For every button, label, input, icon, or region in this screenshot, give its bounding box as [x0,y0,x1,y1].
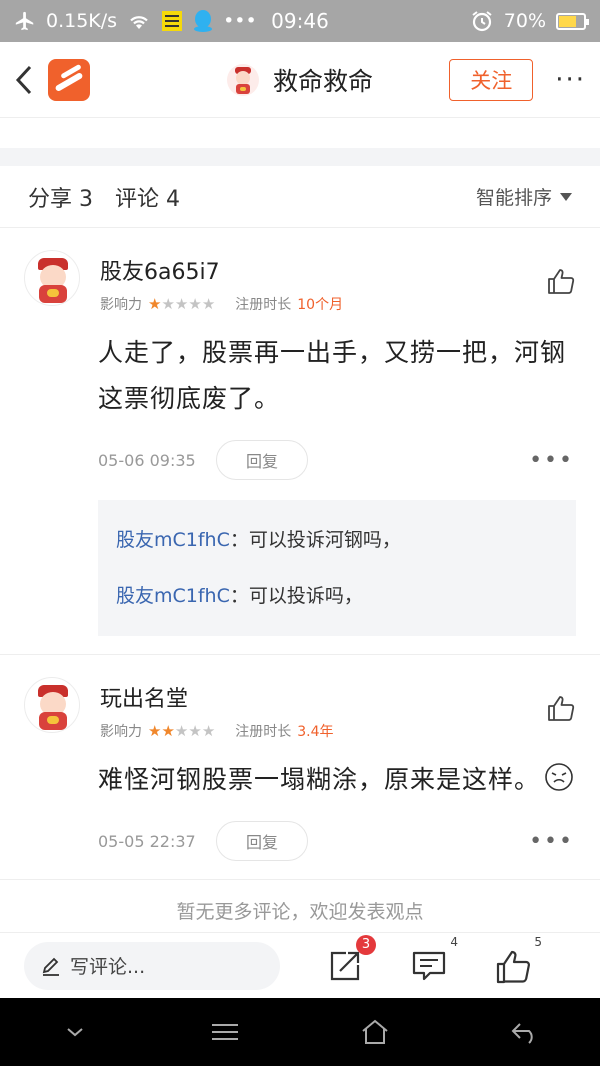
network-speed: 0.15K/s [46,10,118,32]
star-empty-icon: ★ [188,722,202,740]
back-button[interactable] [14,60,42,100]
register-duration-value: 10个月 [297,297,344,313]
battery-charging-icon [556,12,589,30]
write-comment-input[interactable]: 写评论... [24,941,280,990]
top-nav: 救命救命 关注 ··· [0,42,600,118]
speechless-emoji-icon [545,763,573,791]
tab-comments[interactable]: 评论 4 [115,181,180,213]
star-empty-icon: ★ [201,722,216,740]
comment-username[interactable]: 玩出名堂 [100,681,546,713]
more-options-icon[interactable]: ••• [529,829,574,854]
comment-tabs: 分享 3 评论 4 智能排序 [0,166,600,228]
alarm-icon [470,9,494,33]
like-count: 5 [534,934,542,949]
comment-text: 难怪河钢股票一塌糊涂，原来是这样。 [98,757,576,803]
register-duration-value: 3.4年 [297,724,334,740]
reply-item[interactable]: 股友mC1fhC：可以投诉吗， [116,568,558,624]
reply-list: 股友mC1fhC：可以投诉河钢吗， 股友mC1fhC：可以投诉吗， [98,500,576,636]
comment-time: 05-06 09:35 [98,450,196,470]
caret-down-icon [560,192,572,201]
comment-text-content: 难怪河钢股票一塌糊涂，原来是这样。 [98,765,541,794]
star-empty-icon: ★ [188,295,202,313]
star-empty-icon: ★ [161,295,175,313]
menu-icon [212,1024,238,1040]
comment-count: 4 [450,934,458,949]
system-nav-bar [0,998,600,1066]
spacer [0,118,600,148]
page-title: 救命救命 [272,66,373,96]
star-filled-icon: ★ [148,295,162,313]
influence-stars: ★★★★★ [148,722,215,740]
section-divider [0,148,600,166]
nav-back-button[interactable] [495,1002,555,1062]
app-logo-icon[interactable] [48,58,90,101]
influence-label: 影响力 [100,724,142,740]
share-button[interactable]: 3 [326,934,376,985]
star-filled-icon: ★ [161,722,175,740]
reply-username[interactable]: 股友mC1fhC [116,585,230,607]
star-empty-icon: ★ [174,295,189,313]
more-menu-icon[interactable]: ··· [555,65,586,95]
bottom-action-bar: 写评论... 3 4 5 [0,932,600,998]
reply-username[interactable]: 股友mC1fhC [116,529,230,551]
comment-item: 玩出名堂 影响力 ★★★★★ 注册时长 3.4年 难怪河钢股票一塌糊涂，原来是这… [0,655,600,880]
tab-share[interactable]: 分享 3 [28,181,93,213]
thumbs-up-icon[interactable] [546,266,576,296]
reply-item[interactable]: 股友mC1fhC：可以投诉河钢吗， [116,512,558,568]
comment-time: 05-05 22:37 [98,831,196,851]
register-duration-label: 注册时长 [235,297,292,313]
pencil-icon [42,957,59,976]
more-options-icon[interactable]: ••• [529,448,574,473]
nav-collapse-button[interactable] [45,1002,105,1062]
sort-dropdown[interactable]: 智能排序 [476,183,572,210]
notes-icon [161,10,183,32]
more-icon: ••• [223,10,257,32]
airplane-icon [14,10,36,32]
share-count-badge: 3 [356,934,376,955]
back-arrow-icon [511,1023,533,1044]
chevron-left-icon [15,65,32,94]
star-empty-icon: ★ [174,722,189,740]
author-avatar [226,63,259,96]
qq-icon [193,9,213,33]
comments-button[interactable]: 4 [410,935,458,985]
like-button[interactable]: 5 [494,935,542,985]
battery-percent: 70% [503,10,546,32]
comment-text: 人走了，股票再一出手，又捞一把，河钢这票彻底废了。 [98,338,567,413]
avatar[interactable] [24,250,80,306]
status-bar: 0.15K/s ••• 09:46 70% [0,0,600,42]
reply-button[interactable]: 回复 [216,821,308,861]
nav-menu-button[interactable] [195,1002,255,1062]
write-comment-placeholder: 写评论... [70,956,146,978]
comment-icon [412,951,446,980]
influence-label: 影响力 [100,297,142,313]
star-filled-icon: ★ [148,722,162,740]
wifi-icon [127,11,151,31]
reply-text: ：可以投诉吗， [229,585,363,607]
star-empty-icon: ★ [201,295,216,313]
sort-label: 智能排序 [475,187,552,209]
home-icon [362,1019,388,1044]
nav-home-button[interactable] [345,1002,405,1062]
chevron-down-icon [67,1028,83,1037]
thumbs-up-icon [496,950,530,983]
avatar[interactable] [24,677,80,733]
follow-button[interactable]: 关注 [449,58,534,101]
reply-button[interactable]: 回复 [216,440,308,480]
comment-item: 股友6a65i7 影响力 ★★★★★ 注册时长 10个月 人走了，股票再一出手，… [0,228,600,655]
register-duration-label: 注册时长 [235,724,292,740]
reply-text: ：可以投诉河钢吗， [229,529,401,551]
influence-stars: ★★★★★ [148,295,215,313]
thumbs-up-icon[interactable] [546,693,576,723]
comment-username[interactable]: 股友6a65i7 [100,254,546,286]
